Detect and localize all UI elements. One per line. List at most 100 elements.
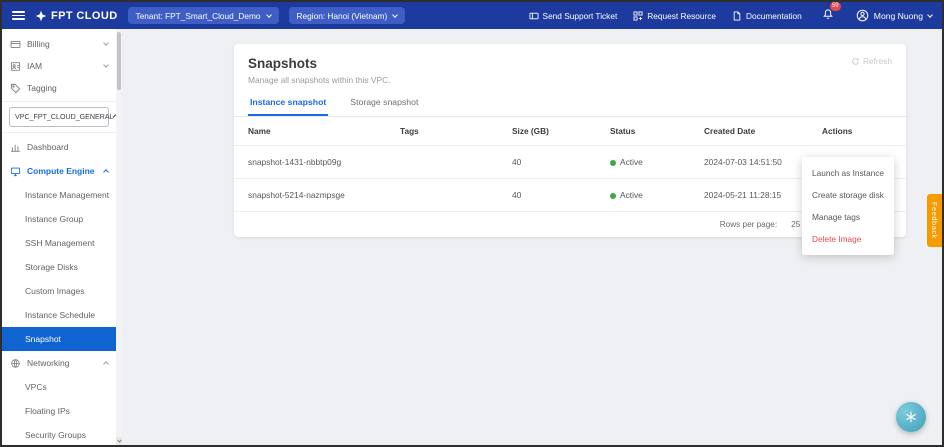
sidebar-item-networking[interactable]: Networking: [2, 351, 116, 375]
tab-storage-snapshot[interactable]: Storage snapshot: [348, 92, 420, 116]
sidebar-item-instance-management[interactable]: Instance Management: [2, 183, 116, 207]
sidebar-item-dashboard[interactable]: Dashboard: [2, 135, 116, 159]
user-name: Mong Nuong: [874, 11, 923, 21]
notifications-button[interactable]: 59: [822, 7, 834, 25]
chevron-down-icon: [117, 438, 121, 442]
region-selector[interactable]: Region: Hanoi (Vietnam): [289, 7, 406, 24]
fpt-logo-icon: [35, 10, 47, 22]
cell-status: Active: [604, 179, 698, 212]
send-support-ticket-link[interactable]: Send Support Ticket: [529, 11, 618, 21]
cell-created: 2024-07-03 14:51:50: [698, 146, 816, 179]
app-body: Billing IAM Tagging VPC_FPT_CLOUD_GENERA…: [2, 29, 942, 445]
sidebar-item-label: Billing: [27, 39, 50, 49]
rows-per-page-value: 25: [791, 220, 800, 229]
sidebar-item-storage-disks[interactable]: Storage Disks: [2, 255, 116, 279]
tenant-selector[interactable]: Tenant: FPT_Smart_Cloud_Demo: [128, 7, 279, 24]
sidebar-item-label: Instance Group: [25, 214, 83, 224]
menu-item-launch-as-instance[interactable]: Launch as Instance: [802, 162, 894, 184]
user-icon: [856, 9, 869, 22]
cell-status: Active: [604, 146, 698, 179]
send-support-ticket-label: Send Support Ticket: [543, 11, 618, 21]
sidebar-item-label: Security Groups: [25, 430, 86, 440]
documentation-link[interactable]: Documentation: [732, 11, 802, 21]
sidebar-item-label: Instance Schedule: [25, 310, 95, 320]
compute-engine-icon: [10, 166, 21, 177]
region-label: Region: Hanoi (Vietnam): [297, 11, 388, 21]
brand-name: FPT CLOUD: [51, 10, 118, 22]
sidebar-item-compute-engine[interactable]: Compute Engine: [2, 159, 116, 183]
row-actions-context-menu: Launch as Instance Create storage disk M…: [802, 157, 894, 255]
request-resource-label: Request Resource: [647, 11, 716, 21]
document-icon: [732, 11, 742, 21]
chevron-down-icon: [103, 40, 109, 46]
cell-tags: [394, 179, 506, 212]
cell-name: snapshot-5214-nazmpsge: [234, 179, 394, 212]
billing-icon: [10, 39, 21, 50]
vpc-selector-wrap: VPC_FPT_CLOUD_GENERAL: [2, 101, 116, 133]
request-resource-link[interactable]: Request Resource: [633, 11, 716, 21]
brand-logo[interactable]: FPT CLOUD: [35, 10, 118, 22]
scrollbar-thumb[interactable]: [117, 32, 121, 90]
menu-item-manage-tags[interactable]: Manage tags: [802, 206, 894, 228]
cell-name: snapshot-1431-nbbtp09g: [234, 146, 394, 179]
snowflake-icon: [904, 410, 918, 424]
sidebar-item-snapshot[interactable]: Snapshot: [2, 327, 116, 351]
sidebar-item-label: Storage Disks: [25, 262, 78, 272]
cell-created: 2024-05-21 11:28:15: [698, 179, 816, 212]
status-dot: [610, 160, 616, 166]
card-header: Snapshots Manage all snapshots within th…: [234, 44, 906, 92]
sidebar-item-iam[interactable]: IAM: [2, 55, 116, 77]
menu-icon[interactable]: [12, 11, 25, 20]
resource-grid-icon: [633, 11, 643, 21]
sidebar-item-instance-schedule[interactable]: Instance Schedule: [2, 303, 116, 327]
main-content: Snapshots Manage all snapshots within th…: [122, 29, 942, 445]
page-title: Snapshots: [248, 56, 390, 71]
tag-icon: [10, 83, 21, 94]
menu-item-delete-image[interactable]: Delete Image: [802, 228, 894, 250]
sidebar-item-label: Dashboard: [27, 142, 69, 152]
refresh-icon: [851, 57, 860, 66]
chevron-up-icon: [103, 169, 109, 175]
sidebar-item-label: Networking: [27, 358, 70, 368]
sidebar-item-instance-group[interactable]: Instance Group: [2, 207, 116, 231]
sidebar-item-ssh-management[interactable]: SSH Management: [2, 231, 116, 255]
sidebar-item-floating-ips[interactable]: Floating IPs: [2, 399, 116, 423]
card-title-group: Snapshots Manage all snapshots within th…: [248, 56, 390, 85]
sidebar-item-label: IAM: [27, 61, 42, 71]
cell-tags: [394, 146, 506, 179]
refresh-button[interactable]: Refresh: [851, 56, 892, 66]
sidebar-item-billing[interactable]: Billing: [2, 33, 116, 55]
chevron-down-icon: [392, 12, 398, 18]
cell-size: 40: [506, 179, 604, 212]
sidebar-item-label: Instance Management: [25, 190, 109, 200]
sidebar-item-label: Compute Engine: [27, 166, 95, 176]
menu-item-create-storage-disk[interactable]: Create storage disk: [802, 184, 894, 206]
column-header-tags: Tags: [394, 117, 506, 146]
vpc-selector[interactable]: VPC_FPT_CLOUD_GENERAL: [9, 107, 109, 127]
tenant-label: Tenant: FPT_Smart_Cloud_Demo: [136, 11, 261, 21]
sidebar-item-label: Tagging: [27, 83, 57, 93]
ai-assistant-button[interactable]: [896, 402, 926, 432]
feedback-tab[interactable]: Feedback: [927, 194, 942, 247]
chevron-down-icon: [927, 12, 933, 18]
status-label: Active: [620, 157, 643, 167]
networking-icon: [10, 358, 21, 369]
sidebar-item-label: Custom Images: [25, 286, 85, 296]
rows-per-page-label: Rows per page:: [720, 220, 777, 229]
user-menu[interactable]: Mong Nuong: [856, 9, 932, 22]
sidebar-item-security-groups[interactable]: Security Groups: [2, 423, 116, 445]
sidebar-item-label: Snapshot: [25, 334, 61, 344]
fpt-cloud-console: { "colors": { "header_bg": "#1d3a9e", "h…: [0, 0, 944, 447]
table-header-row: Name Tags Size (GB) Status Created Date …: [234, 117, 906, 146]
dashboard-icon: [10, 142, 21, 153]
sidebar-item-label: VPCs: [25, 382, 47, 392]
cell-size: 40: [506, 146, 604, 179]
tab-instance-snapshot[interactable]: Instance snapshot: [248, 92, 328, 116]
sidebar-item-vpcs[interactable]: VPCs: [2, 375, 116, 399]
status-dot: [610, 193, 616, 199]
sidebar-item-tagging[interactable]: Tagging: [2, 77, 116, 99]
sidebar-item-custom-images[interactable]: Custom Images: [2, 279, 116, 303]
chevron-down-icon: [266, 12, 272, 18]
column-header-actions: Actions: [816, 117, 906, 146]
status-label: Active: [620, 190, 643, 200]
